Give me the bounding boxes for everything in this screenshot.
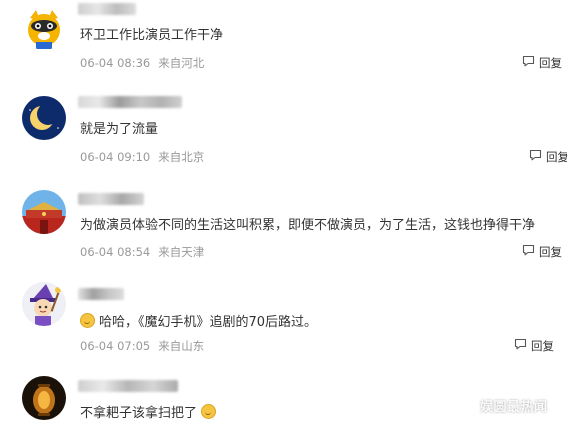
reply-button[interactable]: 回复 [522,244,562,259]
raccoon-mascot-avatar[interactable] [22,6,66,50]
comment-location: 来自天津 [158,245,205,259]
chat-bubble-icon [522,244,535,259]
reply-label: 回复 [531,338,554,353]
comment-text: 为做演员体验不同的生活这叫积累，即便不做演员，为了生活，这钱也挣得干净 [80,218,536,233]
comment-location: 来自河北 [158,56,205,70]
comment-location: 来自北京 [158,150,205,164]
comment-meta: 06-04 08:36 来自河北 [80,56,204,70]
comment-meta: 06-04 07:05 来自山东 [80,339,204,353]
username-blurred[interactable] [78,3,136,15]
grinning-emoji-icon [201,404,217,419]
reply-label: 回复 [546,149,567,164]
comment-text: 哈哈，《魔幻手机》追剧的70后路过。 [80,313,317,331]
comment-time: 06-04 09:10 [80,150,151,164]
grinning-emoji-icon [80,313,95,328]
comment-meta: 06-04 09:10 来自北京 [80,150,204,164]
username-blurred[interactable] [78,96,182,108]
username-blurred[interactable] [78,288,124,300]
comment-location: 来自山东 [158,339,205,353]
chat-bubble-icon [529,149,542,164]
reply-label: 回复 [539,244,562,259]
lantern-avatar[interactable] [22,376,66,420]
tiananmen-avatar[interactable] [22,190,66,234]
crescent-moon-avatar[interactable] [22,96,66,140]
reply-button[interactable]: 回复 [514,338,554,353]
comment-text: 不拿耙子该拿扫把了 [80,404,217,422]
comment-time: 06-04 08:36 [80,56,151,70]
reply-button[interactable]: 回复 [522,55,562,70]
comment-text: 就是为了流量 [80,122,159,137]
comment-text-content: 不拿耙子该拿扫把了 [80,406,198,421]
comment-text: 环卫工作比演员工作干净 [80,28,224,43]
chat-bubble-icon [522,55,535,70]
username-blurred[interactable] [78,380,178,392]
comment-time: 06-04 07:05 [80,339,151,353]
reply-label: 回复 [539,55,562,70]
username-blurred[interactable] [78,193,144,205]
comment-meta: 06-04 08:54 来自天津 [80,245,204,259]
watermark: 娱圆最热闻 [480,400,548,415]
comment-text-content: 哈哈，《魔幻手机》追剧的70后路过。 [99,315,318,330]
comment-time: 06-04 08:54 [80,245,151,259]
cartoon-witch-avatar[interactable] [22,282,66,326]
chat-bubble-icon [514,338,527,353]
reply-button[interactable]: 回复 [529,149,567,164]
